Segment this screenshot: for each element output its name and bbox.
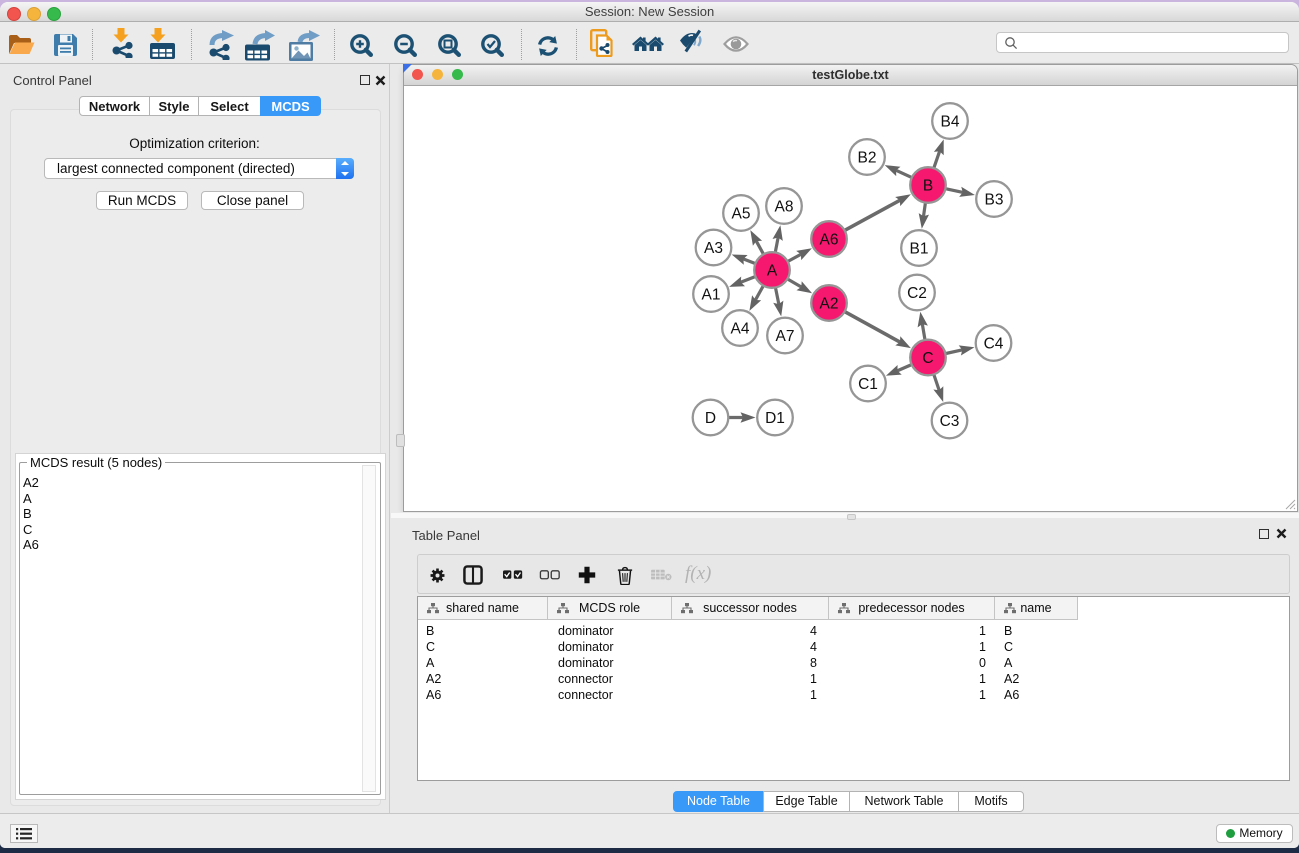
- svg-text:B1: B1: [910, 241, 929, 258]
- svg-text:D: D: [705, 410, 716, 427]
- svg-text:C3: C3: [940, 413, 960, 430]
- svg-text:A2: A2: [820, 296, 839, 313]
- svg-text:D1: D1: [765, 410, 785, 427]
- svg-text:C: C: [922, 350, 933, 367]
- svg-text:A1: A1: [702, 287, 721, 304]
- svg-text:B2: B2: [858, 150, 877, 167]
- svg-text:A3: A3: [704, 240, 723, 257]
- svg-text:A8: A8: [775, 199, 794, 216]
- svg-text:C1: C1: [858, 376, 878, 393]
- svg-text:A4: A4: [731, 321, 750, 338]
- svg-text:A6: A6: [820, 232, 839, 249]
- svg-text:C4: C4: [984, 336, 1004, 353]
- svg-text:C2: C2: [907, 285, 927, 302]
- svg-text:B: B: [923, 178, 933, 195]
- svg-text:A7: A7: [776, 328, 795, 345]
- svg-text:B4: B4: [941, 114, 960, 131]
- svg-text:A5: A5: [732, 206, 751, 223]
- svg-text:A: A: [767, 263, 778, 280]
- svg-text:B3: B3: [985, 192, 1004, 209]
